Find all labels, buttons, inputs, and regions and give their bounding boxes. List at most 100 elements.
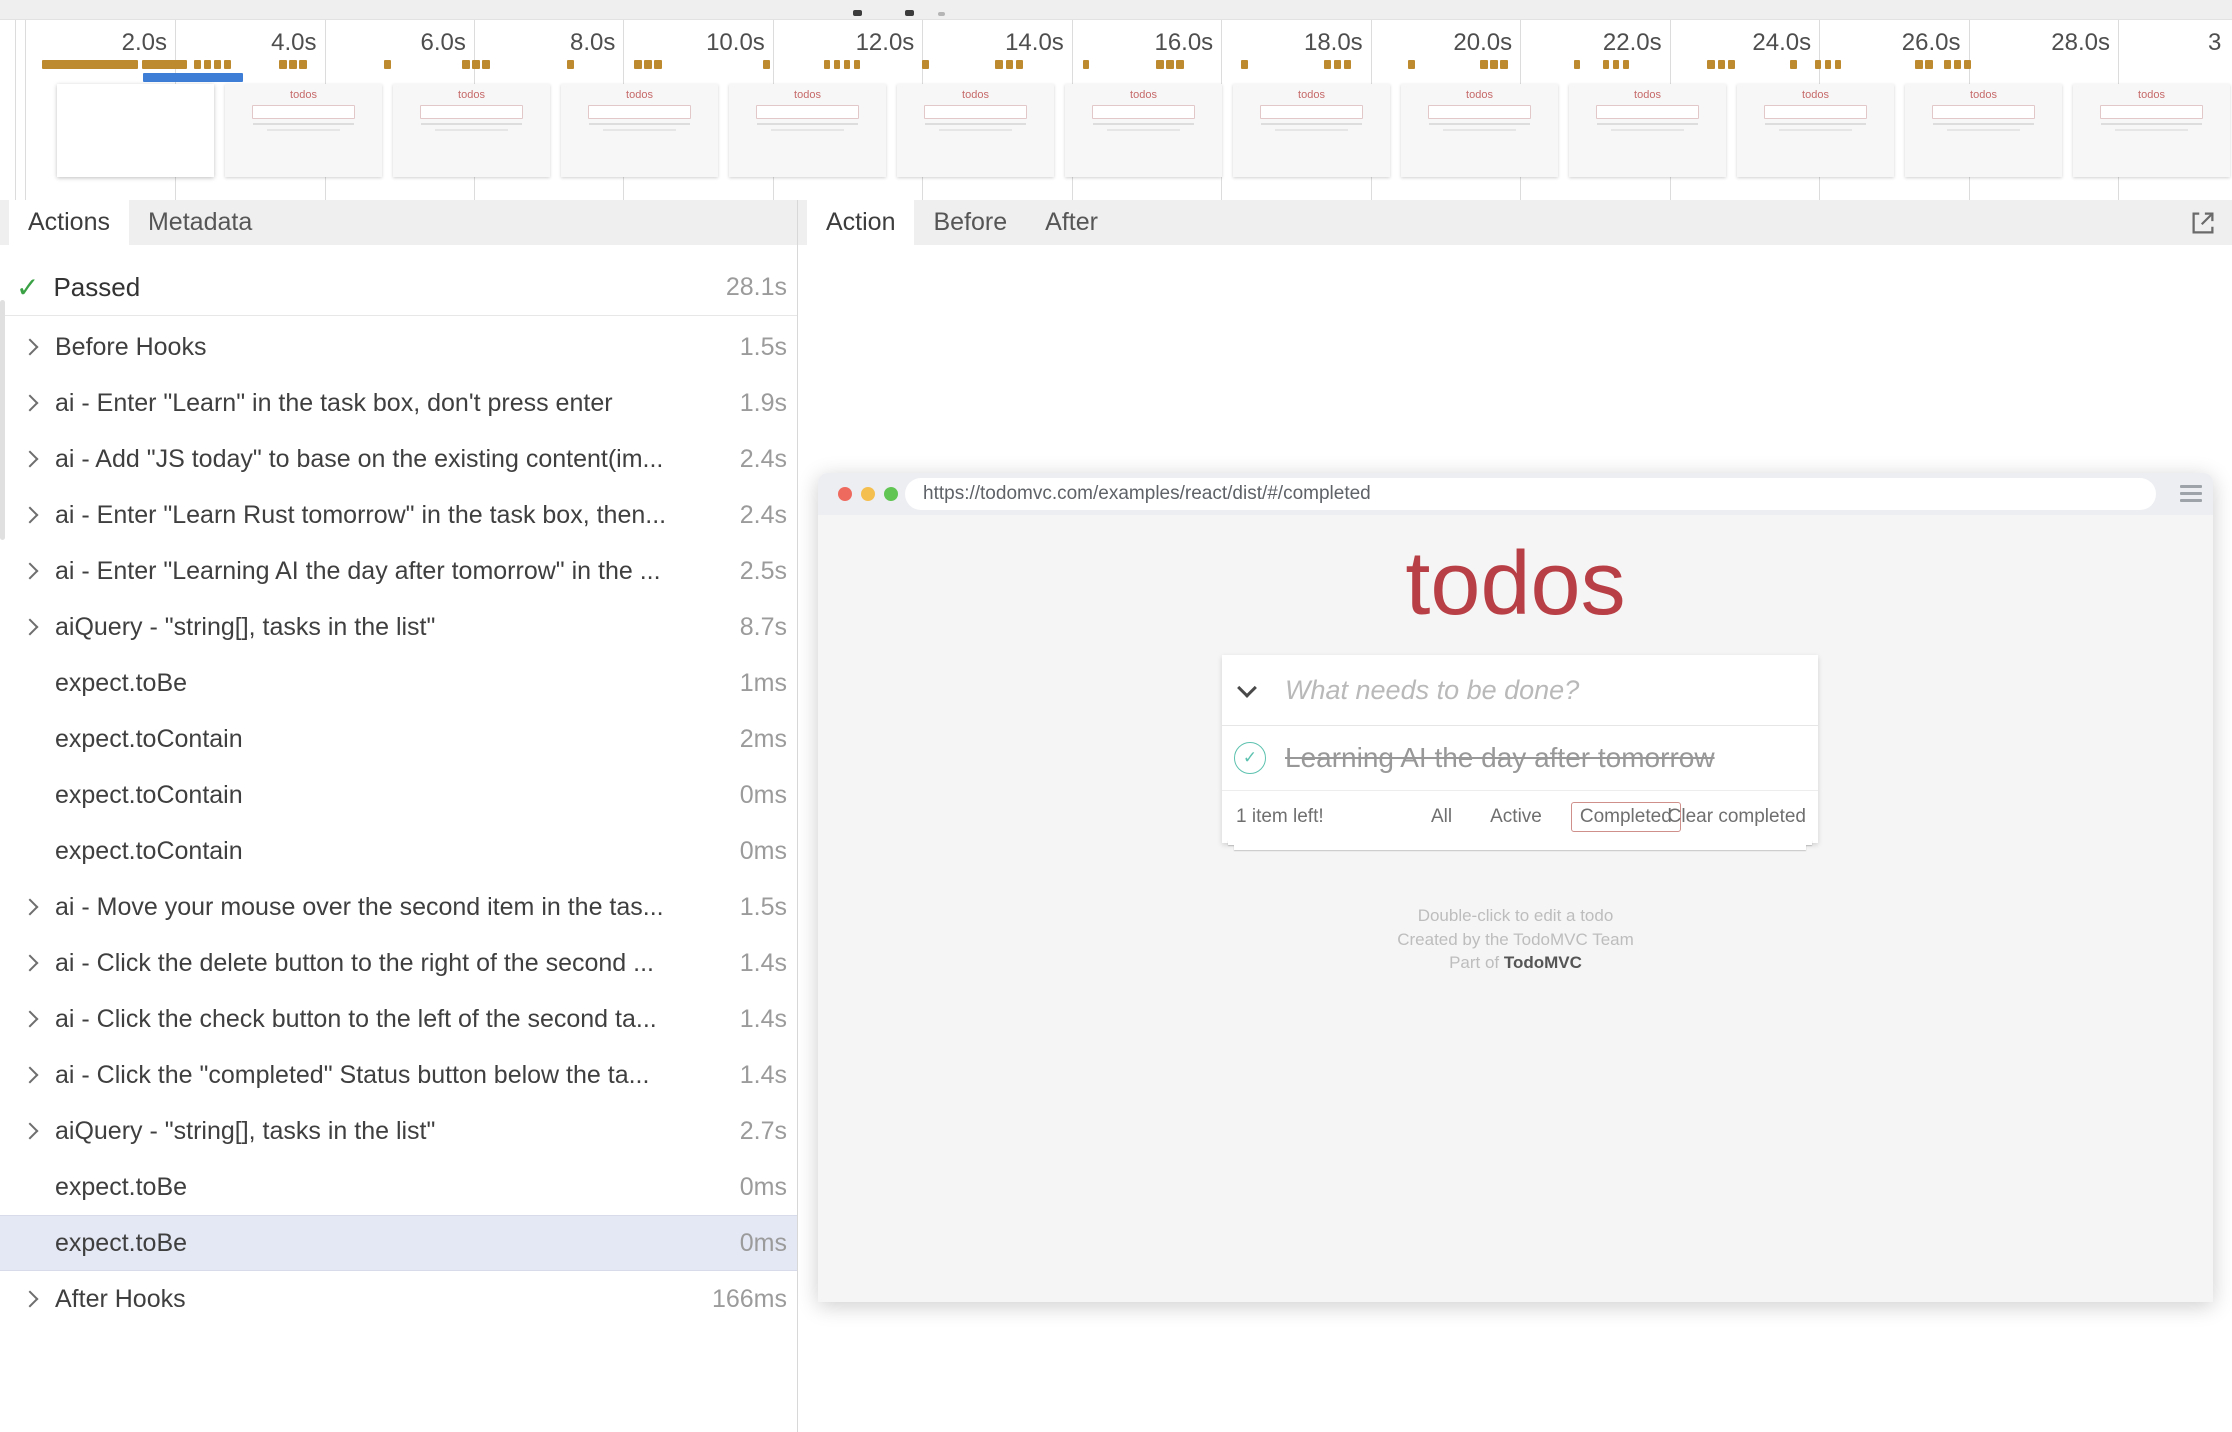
tab-action[interactable]: Action: [807, 200, 914, 245]
chevron-right-icon[interactable]: [22, 955, 39, 972]
action-label: ai - Click the "completed" Status button…: [55, 1061, 740, 1090]
action-label: ai - Click the check button to the left …: [55, 1005, 740, 1034]
test-status-row[interactable]: ✓ Passed 28.1s: [0, 260, 797, 316]
chevron-right-icon[interactable]: [22, 563, 39, 580]
action-time-mark: [142, 60, 188, 69]
filmstrip-thumbnail[interactable]: todos: [561, 84, 718, 177]
filmstrip-thumbnail[interactable]: todos: [1569, 84, 1726, 177]
action-label: ai - Move your mouse over the second ite…: [55, 893, 740, 922]
chevron-right-icon[interactable]: [22, 1123, 39, 1140]
action-row[interactable]: expect.toContain2ms: [0, 711, 797, 767]
new-todo-placeholder: What needs to be done?: [1285, 655, 1579, 725]
tab-after[interactable]: After: [1026, 200, 1117, 245]
todo-item-row: ✓ Learning AI the day after tomorrow: [1222, 726, 1818, 791]
chevron-right-icon[interactable]: [22, 899, 39, 916]
action-label: Before Hooks: [55, 333, 740, 362]
action-row[interactable]: ai - Enter "Learn Rust tomorrow" in the …: [0, 487, 797, 543]
filmstrip-thumbnail[interactable]: todos: [1905, 84, 2062, 177]
thumbnail-row-sketch: [1093, 123, 1193, 125]
timeline-tick-label-partial: 3: [2208, 28, 2232, 58]
action-row[interactable]: ai - Enter "Learn" in the task box, don'…: [0, 375, 797, 431]
action-duration: 2ms: [740, 725, 787, 754]
filmstrip-thumbnail[interactable]: todos: [897, 84, 1054, 177]
action-row[interactable]: expect.toBe0ms: [0, 1159, 797, 1215]
thumbnail-todos-label: todos: [225, 89, 382, 101]
action-row[interactable]: expect.toBe0ms: [0, 1215, 797, 1271]
action-label: aiQuery - "string[], tasks in the list": [55, 613, 740, 642]
card-stack-effect: [1222, 840, 1818, 850]
action-row[interactable]: aiQuery - "string[], tasks in the list"8…: [0, 599, 797, 655]
action-label: ai - Add "JS today" to base on the exist…: [55, 445, 740, 474]
action-time-mark: [472, 60, 480, 69]
action-time-mark: [1334, 60, 1342, 69]
actions-tab-bar: ActionsMetadata: [0, 200, 797, 245]
action-time-mark: [224, 60, 231, 69]
timeline-tick-label: 14.0s: [954, 28, 1064, 58]
action-row[interactable]: ai - Click the delete button to the righ…: [0, 935, 797, 991]
thumbnail-row-sketch: [1261, 123, 1361, 125]
chevron-right-icon[interactable]: [22, 395, 39, 412]
thumbnail-todos-label: todos: [393, 89, 550, 101]
action-row[interactable]: ai - Click the "completed" Status button…: [0, 1047, 797, 1103]
thumbnail-todos-label: todos: [1233, 89, 1390, 101]
new-todo-row: What needs to be done?: [1222, 655, 1818, 726]
clipped-title-fragment: [905, 10, 914, 16]
chevron-right-icon[interactable]: [22, 619, 39, 636]
action-duration: 166ms: [712, 1285, 787, 1314]
chevron-right-icon[interactable]: [22, 1067, 39, 1084]
filmstrip-thumbnail[interactable]: todos: [729, 84, 886, 177]
thumbnail-row-sketch: [1933, 123, 2033, 125]
chevron-right-icon[interactable]: [22, 451, 39, 468]
chevron-right-icon[interactable]: [22, 507, 39, 524]
thumbnail-footer-sketch: [2115, 129, 2187, 131]
filmstrip-thumbnail[interactable]: todos: [2073, 84, 2230, 177]
action-time-mark: [844, 60, 851, 69]
timeline[interactable]: 2.0s4.0s6.0s8.0s10.0s12.0s14.0s16.0s18.0…: [0, 20, 2232, 201]
chevron-right-icon[interactable]: [22, 339, 39, 356]
trace-viewer: 2.0s4.0s6.0s8.0s10.0s12.0s14.0s16.0s18.0…: [0, 0, 2232, 1432]
chevron-right-icon[interactable]: [22, 1011, 39, 1028]
action-row[interactable]: ai - Add "JS today" to base on the exist…: [0, 431, 797, 487]
action-time-mark: [567, 60, 574, 69]
filmstrip-thumbnail[interactable]: todos: [225, 84, 382, 177]
action-duration: 0ms: [740, 837, 787, 866]
action-time-mark: [1728, 60, 1736, 69]
action-row[interactable]: ai - Click the check button to the left …: [0, 991, 797, 1047]
chevron-right-icon[interactable]: [22, 1291, 39, 1308]
thumbnail-footer-sketch: [1779, 129, 1851, 131]
tab-before[interactable]: Before: [914, 200, 1026, 245]
tab-metadata[interactable]: Metadata: [129, 200, 271, 245]
scrollbar-thumb[interactable]: [0, 300, 5, 540]
action-duration: 2.7s: [740, 1117, 787, 1146]
action-row[interactable]: expect.toContain0ms: [0, 767, 797, 823]
action-row[interactable]: expect.toContain0ms: [0, 823, 797, 879]
filmstrip-thumbnail[interactable]: todos: [1401, 84, 1558, 177]
thumbnail-input-sketch: [1428, 105, 1530, 119]
action-row[interactable]: ai - Move your mouse over the second ite…: [0, 879, 797, 935]
tab-actions[interactable]: Actions: [9, 200, 129, 245]
thumbnail-footer-sketch: [1611, 129, 1683, 131]
thumbnail-row-sketch: [1429, 123, 1529, 125]
filmstrip-thumbnail[interactable]: todos: [1065, 84, 1222, 177]
thumbnail-input-sketch: [1092, 105, 1194, 119]
action-row[interactable]: expect.toBe1ms: [0, 655, 797, 711]
action-time-mark: [824, 60, 831, 69]
action-row[interactable]: Before Hooks1.5s: [0, 319, 797, 375]
action-row[interactable]: After Hooks166ms: [0, 1271, 797, 1327]
filmstrip-thumbnail[interactable]: todos: [1737, 84, 1894, 177]
filmstrip-thumbnail[interactable]: todos: [1233, 84, 1390, 177]
action-row[interactable]: aiQuery - "string[], tasks in the list"2…: [0, 1103, 797, 1159]
page-url: https://todomvc.com/examples/react/dist/…: [923, 483, 1371, 505]
action-duration: 1.4s: [740, 949, 787, 978]
timeline-tick-label: 22.0s: [1552, 28, 1662, 58]
action-duration: 8.7s: [740, 613, 787, 642]
action-time-mark: [1944, 60, 1951, 69]
action-label: ai - Enter "Learning AI the day after to…: [55, 557, 740, 586]
action-time-mark: [995, 60, 1003, 69]
open-external-icon[interactable]: [2188, 208, 2218, 238]
action-duration: 0ms: [740, 781, 787, 810]
filmstrip-thumbnail[interactable]: todos: [393, 84, 550, 177]
filmstrip-thumbnail[interactable]: [57, 84, 214, 177]
action-row[interactable]: ai - Enter "Learning AI the day after to…: [0, 543, 797, 599]
action-label: ai - Enter "Learn" in the task box, don'…: [55, 389, 740, 418]
